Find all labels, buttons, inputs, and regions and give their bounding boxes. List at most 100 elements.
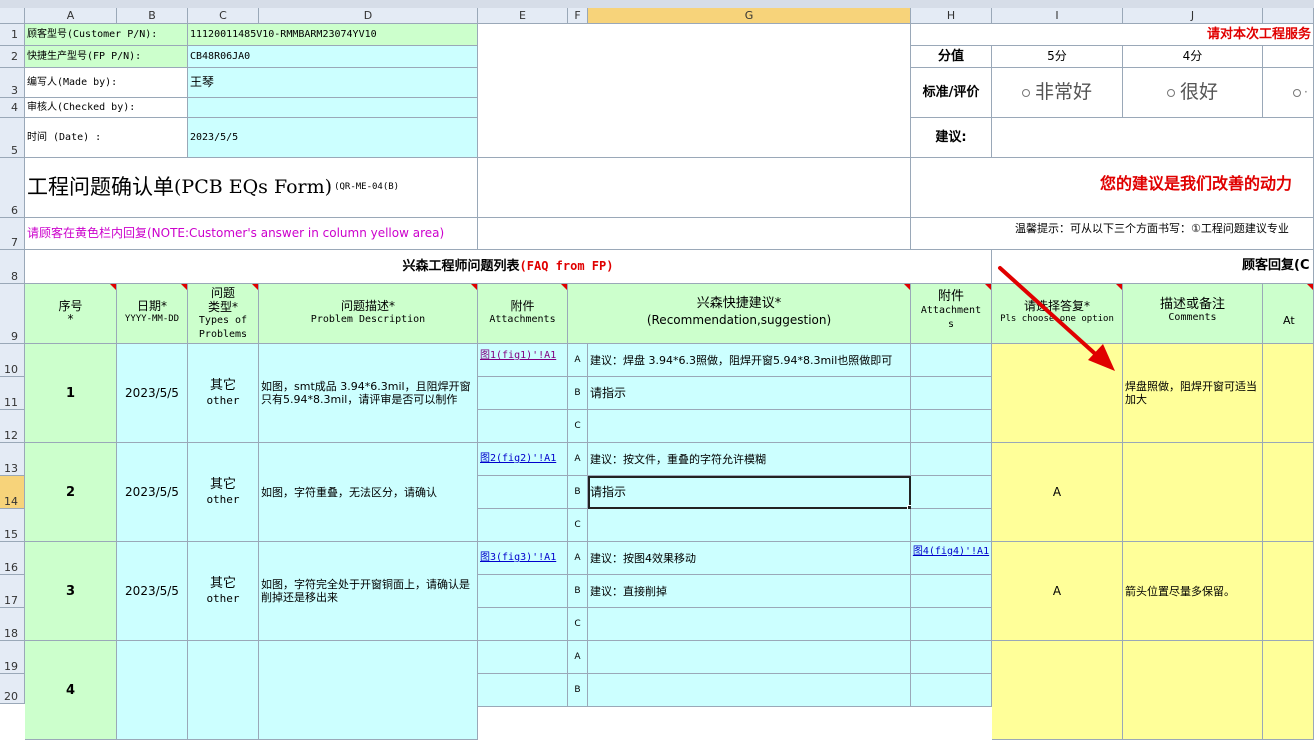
attach2-cell[interactable] <box>911 476 992 509</box>
made-by-value[interactable]: 王琴 <box>188 68 478 98</box>
radio-icon[interactable] <box>1166 88 1175 97</box>
tip-cell[interactable]: 温馨提示：可从以下三个方面书写：①工程问题建议专业 <box>911 218 1314 250</box>
attach-empty[interactable] <box>478 641 568 674</box>
note-blank[interactable] <box>478 218 911 250</box>
row-header-13[interactable]: 13 <box>0 443 25 476</box>
eval-option-4[interactable]: 很好 <box>1123 68 1263 118</box>
problem-type[interactable]: 其它 other <box>188 344 259 443</box>
eval-option-3[interactable]: · <box>1263 68 1314 118</box>
comment-cell[interactable] <box>1123 443 1263 542</box>
column-header-j[interactable]: J <box>1123 8 1263 24</box>
attach-link[interactable]: 图1(fig1)'!A1 <box>480 350 556 361</box>
option-a-text[interactable]: 建议：按文件，重叠的字符允许模糊 <box>588 443 911 476</box>
customer-pn-value[interactable]: 11120011485V10-RMMBARM23074YV10 <box>188 24 478 46</box>
problem-type[interactable]: 其它 other <box>188 542 259 641</box>
row-header-11[interactable]: 11 <box>0 377 25 410</box>
row-header-5[interactable]: 5 <box>0 118 25 158</box>
row-header-6[interactable]: 6 <box>0 158 25 218</box>
radio-icon[interactable] <box>1293 88 1301 97</box>
row-header-4[interactable]: 4 <box>0 98 25 118</box>
problem-date[interactable] <box>117 641 188 740</box>
row-header-19[interactable]: 19 <box>0 641 25 674</box>
attach2-link[interactable]: 图4(fig4)'!A1 <box>913 546 989 557</box>
attach-empty[interactable] <box>478 674 568 707</box>
comment-cell[interactable]: 箭头位置尽量多保留。 <box>1123 542 1263 641</box>
header-attach[interactable]: 附件 Attachments <box>478 284 568 344</box>
choice-cell[interactable]: A <box>992 443 1123 542</box>
fp-section-title[interactable]: 兴森工程师问题列表 (FAQ from FP) <box>25 250 992 284</box>
slogan-cell[interactable]: 您的建议是我们改善的动力 <box>911 158 1314 218</box>
fp-pn-value[interactable]: CB48R06JA0 <box>188 46 478 68</box>
option-b-text[interactable] <box>588 674 911 707</box>
attach-link[interactable]: 图3(fig3)'!A1 <box>480 552 556 563</box>
option-b-text[interactable]: 请指示 <box>588 377 911 410</box>
fp-pn-label[interactable]: 快捷生产型号(FP P/N): <box>25 46 188 68</box>
eval-option-5[interactable]: 非常好 <box>992 68 1123 118</box>
column-header-a[interactable]: A <box>25 8 117 24</box>
option-c-text[interactable] <box>588 410 911 443</box>
option-c-text[interactable] <box>588 509 911 542</box>
option-a-text[interactable]: 建议：焊盘 3.94*6.3照做，阻焊开窗5.94*8.3mil也照做即可 <box>588 344 911 377</box>
column-header-f[interactable]: F <box>568 8 588 24</box>
survey-prompt-cell[interactable]: 请对本次工程服务 <box>911 24 1314 46</box>
row-header-10[interactable]: 10 <box>0 344 25 377</box>
row-header-8[interactable]: 8 <box>0 250 25 284</box>
row-header-15[interactable]: 15 <box>0 509 25 542</box>
header-recommendation[interactable]: 兴森快捷建议* (Recommendation,suggestion) <box>568 284 911 344</box>
selected-cell-g14[interactable]: 请指示 <box>588 476 911 509</box>
attach2-cell[interactable] <box>911 641 992 674</box>
column-header-d[interactable]: D <box>259 8 478 24</box>
column-header-h[interactable]: H <box>911 8 992 24</box>
column-header-k[interactable] <box>1263 8 1314 24</box>
column-header-c[interactable]: C <box>188 8 259 24</box>
attach-link-cell[interactable]: 图2(fig2)'!A1 <box>478 443 568 476</box>
option-b-text[interactable]: 建议：直接削掉 <box>588 575 911 608</box>
problem-seq[interactable]: 4 <box>25 641 117 740</box>
column-header-b[interactable]: B <box>117 8 188 24</box>
problem-desc[interactable] <box>259 641 478 740</box>
attach2-cell[interactable] <box>911 575 992 608</box>
attach-link[interactable]: 图2(fig2)'!A1 <box>480 453 556 464</box>
radio-icon[interactable] <box>1021 88 1030 97</box>
problem-desc[interactable]: 如图，smt成品 3.94*6.3mil，且阻焊开窗只有5.94*8.3mil，… <box>259 344 478 443</box>
score-4[interactable]: 4分 <box>1123 46 1263 68</box>
attach-link-cell[interactable]: 图3(fig3)'!A1 <box>478 542 568 575</box>
comment-cell[interactable]: 焊盘照做，阻焊开窗可适当加大 <box>1123 344 1263 443</box>
row-header-14[interactable]: 14 <box>0 476 25 509</box>
header-date[interactable]: 日期* YYYY-MM-DD <box>117 284 188 344</box>
problem-type[interactable] <box>188 641 259 740</box>
attach-empty[interactable] <box>478 476 568 509</box>
problem-date[interactable]: 2023/5/5 <box>117 542 188 641</box>
made-by-label[interactable]: 编写人(Made by): <box>25 68 188 98</box>
row-header-12[interactable]: 12 <box>0 410 25 443</box>
customer-pn-label[interactable]: 顾客型号(Customer P/N): <box>25 24 188 46</box>
row-header-1[interactable]: 1 <box>0 24 25 46</box>
attach2-cell[interactable] <box>911 410 992 443</box>
checked-by-value[interactable] <box>188 98 478 118</box>
attach-link-cell[interactable]: 图1(fig1)'!A1 <box>478 344 568 377</box>
attach-empty[interactable] <box>478 410 568 443</box>
attach2-cell[interactable] <box>911 344 992 377</box>
header-attach2[interactable]: 附件 Attachment s <box>911 284 992 344</box>
problem-type[interactable]: 其它 other <box>188 443 259 542</box>
problem-seq[interactable]: 3 <box>25 542 117 641</box>
checked-by-label[interactable]: 审核人(Checked by): <box>25 98 188 118</box>
row-header-2[interactable]: 2 <box>0 46 25 68</box>
at-cell[interactable] <box>1263 344 1314 443</box>
attach-empty[interactable] <box>478 575 568 608</box>
header-at[interactable]: At <box>1263 284 1314 344</box>
customer-note[interactable]: 请顾客在黄色栏内回复(NOTE:Customer's answer in col… <box>25 218 478 250</box>
select-all-corner[interactable] <box>0 8 25 24</box>
attach-empty[interactable] <box>478 509 568 542</box>
eval-label[interactable]: 标准/评价 <box>911 68 992 118</box>
attach2-link-cell[interactable]: 图4(fig4)'!A1 <box>911 542 992 575</box>
row-header-20[interactable]: 20 <box>0 674 25 704</box>
score-3[interactable] <box>1263 46 1314 68</box>
row-header-17[interactable]: 17 <box>0 575 25 608</box>
attach2-cell[interactable] <box>911 377 992 410</box>
score-label[interactable]: 分值 <box>911 46 992 68</box>
at-cell[interactable] <box>1263 443 1314 542</box>
option-a-text[interactable] <box>588 641 911 674</box>
option-a-text[interactable]: 建议：按图4效果移动 <box>588 542 911 575</box>
attach-empty[interactable] <box>478 377 568 410</box>
